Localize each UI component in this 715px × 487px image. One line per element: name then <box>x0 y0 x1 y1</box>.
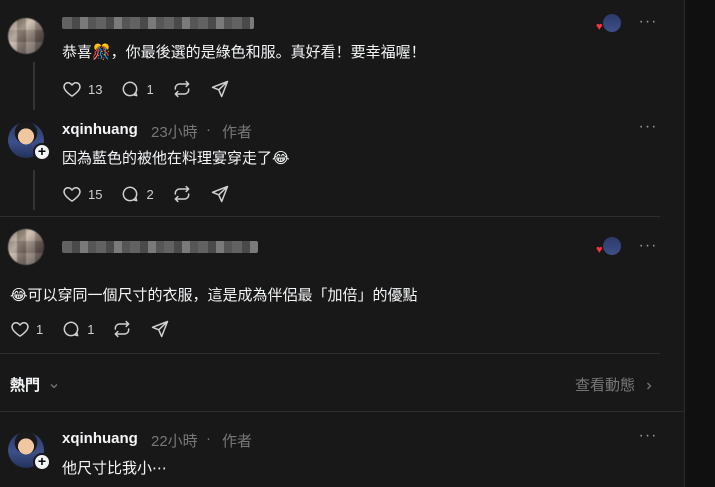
action-bar: 13 1 <box>62 79 248 99</box>
like-button[interactable]: 1 <box>10 319 43 339</box>
repost-icon <box>115 320 130 338</box>
author-liked-avatar <box>603 14 621 32</box>
comment-icon <box>123 81 138 97</box>
follow-plus-icon[interactable]: + <box>33 453 51 471</box>
send-icon <box>211 185 228 203</box>
author-badge: 作者 <box>222 433 253 450</box>
heart-icon <box>63 187 81 202</box>
username[interactable]: xqinhuang <box>62 430 138 447</box>
view-activity-link[interactable]: 查看動態 <box>575 374 655 395</box>
like-count: 1 <box>36 321 44 337</box>
meta-separator: · <box>206 121 211 138</box>
reply-post-3: ♥ ··· 😂可以穿同一個尺寸的衣服，這是成為伴侶最「加倍」的優點 1 1 <box>0 217 685 353</box>
post-text: 恭喜🎊，你最後選的是綠色和服。真好看！要幸福喔！ <box>62 44 426 61</box>
like-count: 15 <box>88 186 103 202</box>
reply-count: 1 <box>87 321 95 337</box>
thread-line <box>33 170 35 210</box>
author-liked-heart-icon: ♥ <box>596 244 603 256</box>
post-divider <box>0 353 660 354</box>
reply-count: 1 <box>146 81 154 97</box>
thread-column: ♥ ··· 恭喜🎊，你最後選的是綠色和服。真好看！要幸福喔！ 13 1 + xq <box>0 0 685 487</box>
repost-icon <box>174 80 190 98</box>
follow-plus-icon[interactable]: + <box>33 143 51 161</box>
repost-icon <box>174 185 190 203</box>
reply-button[interactable]: 1 <box>61 319 94 339</box>
reply-button[interactable]: 2 <box>120 184 154 204</box>
share-button[interactable] <box>210 184 230 204</box>
sort-dropdown[interactable]: 熱門 <box>10 374 60 395</box>
more-icon[interactable]: ··· <box>638 238 658 259</box>
author-liked-avatar <box>603 237 621 255</box>
column-border <box>684 0 685 487</box>
post-text: 😂可以穿同一個尺寸的衣服，這是成為伴侶最「加倍」的優點 <box>10 287 418 304</box>
repost-button[interactable] <box>172 184 192 204</box>
heart-icon <box>63 82 81 97</box>
share-button[interactable] <box>210 79 230 99</box>
more-icon[interactable]: ··· <box>638 428 658 449</box>
avatar[interactable] <box>8 229 44 265</box>
author-badge: 作者 <box>222 124 253 141</box>
post-text: 因為藍色的被他在料理宴穿走了😂 <box>62 150 290 167</box>
username[interactable]: xqinhuang <box>62 121 138 138</box>
reply-post-4: + xqinhuang 22小時 · 作者 ··· 他尺寸比我小⋯ <box>0 412 685 487</box>
avatar[interactable] <box>8 18 44 54</box>
comment-icon <box>123 186 138 202</box>
repost-button[interactable] <box>112 319 132 339</box>
sort-label: 熱門 <box>10 377 41 394</box>
chevron-down-icon <box>50 384 58 389</box>
view-activity-label: 查看動態 <box>575 377 636 394</box>
meta-separator: · <box>206 430 211 447</box>
more-icon[interactable]: ··· <box>638 14 658 35</box>
more-icon[interactable]: ··· <box>638 119 658 140</box>
send-icon <box>211 80 228 98</box>
post-time: 22小時 <box>151 433 198 450</box>
author-liked-heart-icon: ♥ <box>596 21 603 33</box>
reply-post-1: ♥ ··· 恭喜🎊，你最後選的是綠色和服。真好看！要幸福喔！ 13 1 <box>0 0 685 118</box>
heart-icon <box>11 322 29 337</box>
post-time: 23小時 <box>151 124 198 141</box>
reply-button[interactable]: 1 <box>120 79 154 99</box>
username-blurred[interactable] <box>62 17 254 29</box>
send-icon <box>152 320 169 338</box>
thread-line <box>33 62 35 110</box>
like-button[interactable]: 15 <box>62 184 102 204</box>
action-bar: 1 1 <box>10 319 188 339</box>
reply-post-2: + xqinhuang 23小時 · 作者 ··· 因為藍色的被他在料理宴穿走了… <box>0 118 685 218</box>
comment-icon <box>63 321 79 337</box>
action-bar: 15 2 <box>62 184 248 204</box>
post-text: 他尺寸比我小⋯ <box>62 460 168 477</box>
repost-button[interactable] <box>172 79 192 99</box>
share-button[interactable] <box>150 319 170 339</box>
chevron-right-icon <box>647 382 652 390</box>
like-button[interactable]: 13 <box>62 79 102 99</box>
like-count: 13 <box>88 81 103 97</box>
username-blurred[interactable] <box>62 241 258 253</box>
reply-count: 2 <box>146 186 154 202</box>
